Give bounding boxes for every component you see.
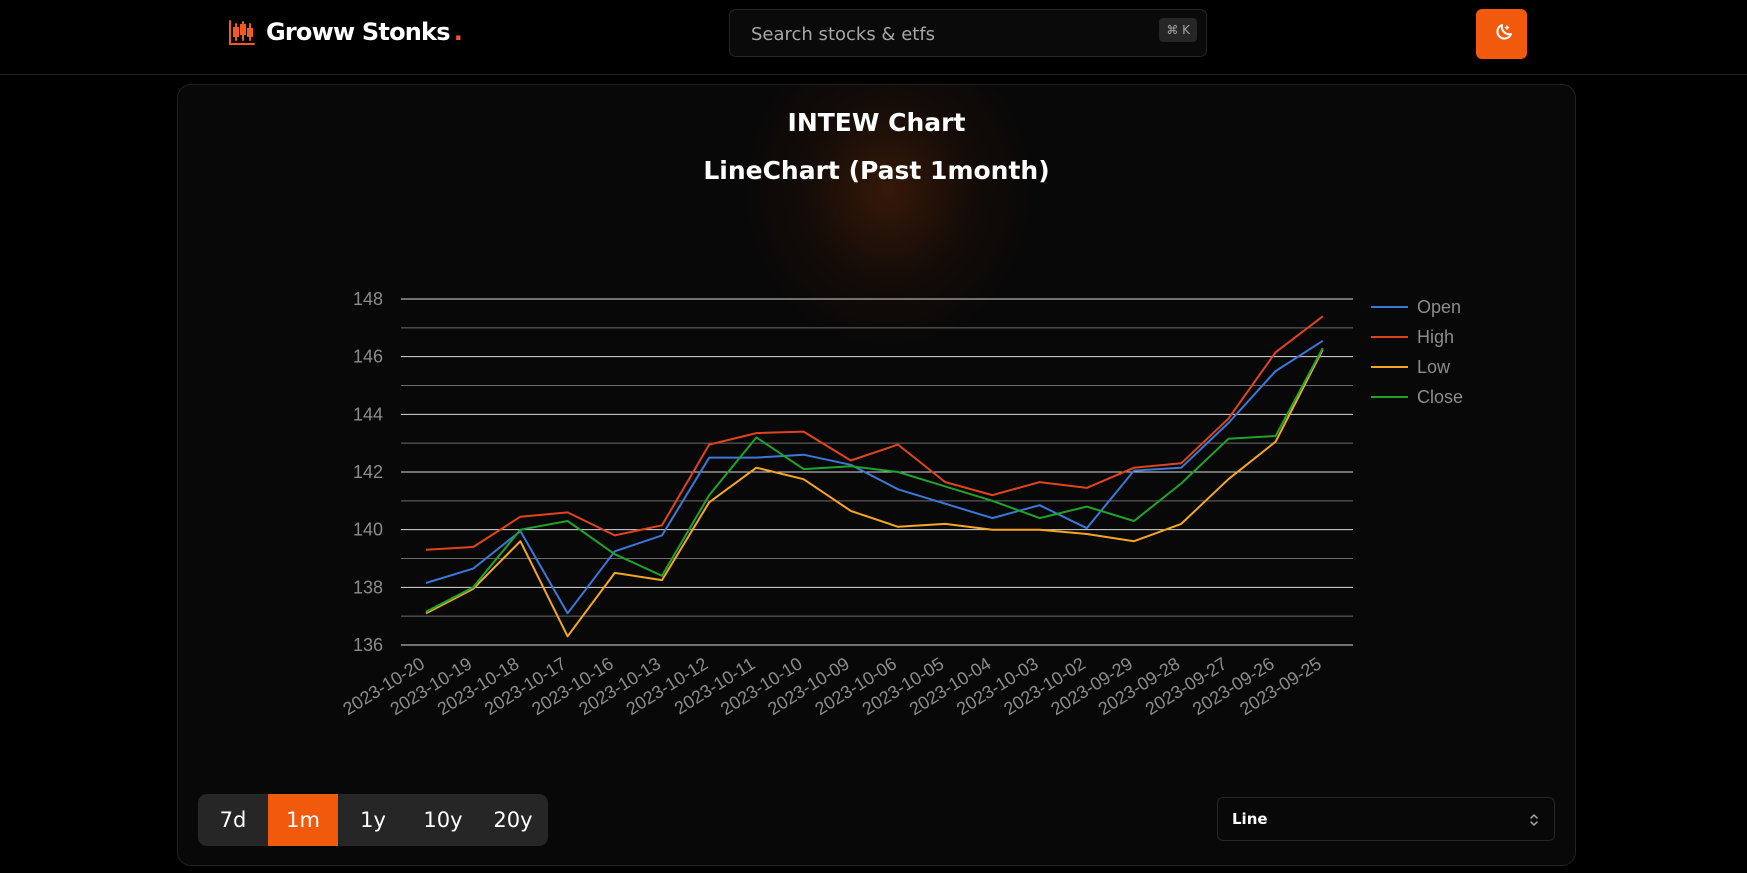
y-tick-label: 146 — [353, 347, 383, 367]
y-tick-label: 140 — [353, 520, 383, 540]
chart-type-select[interactable]: Line — [1217, 797, 1555, 841]
legend-label-high[interactable]: High — [1417, 327, 1454, 347]
series-line-close — [425, 347, 1324, 613]
range-tab-1m[interactable]: 1m — [268, 794, 338, 846]
brand-name: Groww Stonks — [266, 18, 451, 46]
chevron-up-down-icon — [1530, 814, 1538, 826]
search-input-placeholder[interactable]: Search stocks & etfs — [751, 24, 935, 45]
y-tick-label: 148 — [353, 289, 383, 309]
legend-label-close[interactable]: Close — [1417, 387, 1463, 407]
series-line-low — [425, 349, 1324, 638]
range-tab-7d[interactable]: 7d — [198, 794, 268, 846]
legend-label-low[interactable]: Low — [1417, 357, 1451, 377]
legend-label-open[interactable]: Open — [1417, 297, 1461, 317]
top-navigation-bar: Groww Stonks . Search stocks & etfs ⌘ K — [0, 0, 1747, 75]
theme-toggle-button[interactable] — [1476, 9, 1527, 59]
range-tab-1y[interactable]: 1y — [338, 794, 408, 846]
search-box[interactable]: Search stocks & etfs ⌘ K — [729, 9, 1207, 57]
candlestick-icon — [229, 20, 255, 45]
range-tab-20y[interactable]: 20y — [478, 794, 548, 846]
time-range-selector: 7d 1m 1y 10y 20y — [198, 794, 548, 846]
y-tick-label: 142 — [353, 462, 383, 482]
chart-card: INTEW Chart LineChart (Past 1month) 136 1… — [177, 84, 1576, 866]
brand-logo[interactable]: Groww Stonks . — [228, 18, 463, 46]
moon-icon — [1495, 24, 1512, 40]
search-shortcut-badge: ⌘ K — [1159, 18, 1197, 42]
y-tick-label: 144 — [353, 404, 383, 424]
y-tick-label: 136 — [353, 635, 383, 655]
series-line-high — [425, 315, 1324, 551]
brand-dot: . — [453, 18, 463, 46]
y-tick-label: 138 — [353, 577, 383, 597]
range-tab-10y[interactable]: 10y — [408, 794, 478, 846]
line-chart: 1361381401421441461482023-10-202023-10-1… — [339, 289, 1463, 719]
chart-type-value: Line — [1232, 810, 1268, 828]
